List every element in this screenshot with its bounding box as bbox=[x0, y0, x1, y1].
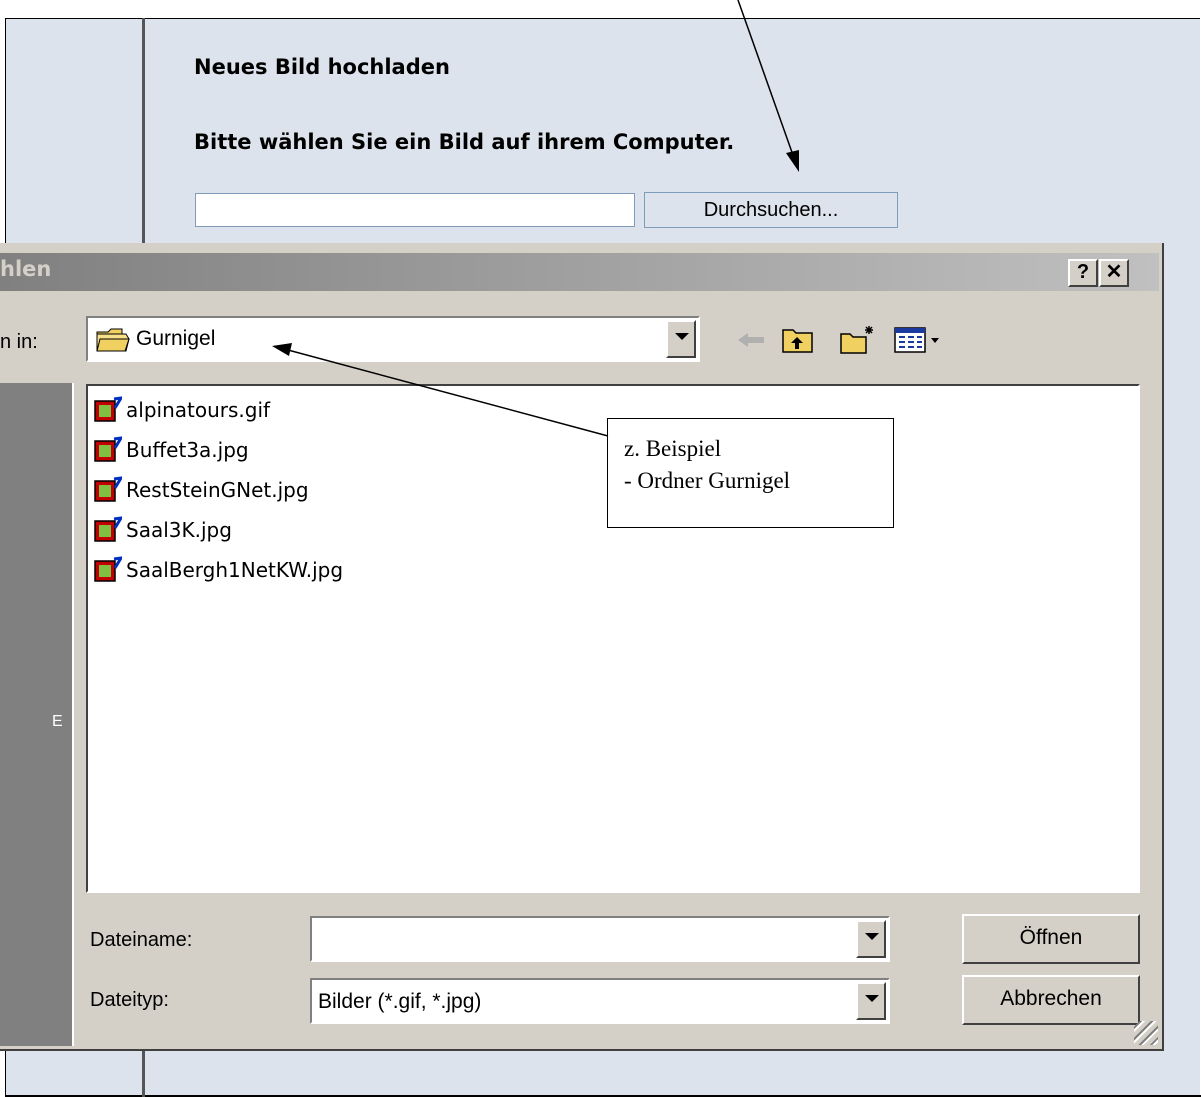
filename-input[interactable] bbox=[310, 916, 890, 962]
look-in-dropdown-button[interactable] bbox=[666, 320, 696, 358]
list-item[interactable]: SaalBergh1NetKW.jpg bbox=[94, 552, 343, 588]
browse-button[interactable]: Durchsuchen... bbox=[644, 192, 898, 228]
list-item[interactable]: RestSteinGNet.jpg bbox=[94, 472, 309, 508]
file-path-input[interactable] bbox=[195, 193, 635, 227]
file-name: RestSteinGNet.jpg bbox=[126, 478, 309, 502]
file-name: SaalBergh1NetKW.jpg bbox=[126, 558, 344, 582]
page-title: Neues Bild hochladen bbox=[194, 55, 450, 79]
image-file-icon bbox=[94, 516, 122, 542]
places-label: E bbox=[52, 713, 63, 730]
view-menu-icon[interactable] bbox=[893, 324, 943, 356]
filetype-dropdown-button[interactable] bbox=[856, 982, 886, 1020]
folder-icon bbox=[96, 328, 130, 352]
list-item[interactable]: Saal3K.jpg bbox=[94, 512, 232, 548]
back-icon[interactable] bbox=[734, 324, 770, 356]
annotation-callout: z. Beispiel - Ordner Gurnigel bbox=[607, 418, 894, 528]
open-button[interactable]: Öffnen bbox=[962, 914, 1140, 964]
annotation-line-1: z. Beispiel bbox=[624, 436, 722, 461]
filetype-value: Bilder (*.gif, *.jpg) bbox=[318, 990, 482, 1013]
places-bar[interactable]: E bbox=[0, 383, 74, 1046]
list-item[interactable]: alpinatours.gif bbox=[94, 392, 270, 428]
image-file-icon bbox=[94, 396, 122, 422]
up-folder-icon[interactable] bbox=[780, 324, 816, 356]
filename-dropdown-button[interactable] bbox=[856, 920, 886, 958]
open-file-dialog: hlen ? ✕ n in: Gurnigel E alpinatours.gi… bbox=[0, 243, 1164, 1051]
image-file-icon bbox=[94, 556, 122, 582]
resize-grip[interactable] bbox=[1134, 1021, 1158, 1045]
dialog-titlebar[interactable]: hlen ? ✕ bbox=[0, 253, 1159, 291]
look-in-combo[interactable]: Gurnigel bbox=[86, 316, 700, 362]
annotation-line-2: - Ordner Gurnigel bbox=[624, 468, 791, 493]
file-name: Buffet3a.jpg bbox=[126, 438, 249, 462]
help-button[interactable]: ? bbox=[1068, 259, 1098, 287]
new-folder-icon[interactable] bbox=[838, 324, 878, 356]
image-file-icon bbox=[94, 436, 122, 462]
close-button[interactable]: ✕ bbox=[1099, 259, 1129, 287]
file-name: Saal3K.jpg bbox=[126, 518, 232, 542]
filetype-label: Dateityp: bbox=[90, 989, 169, 1011]
cancel-button[interactable]: Abbrechen bbox=[962, 975, 1140, 1025]
list-item[interactable]: Buffet3a.jpg bbox=[94, 432, 249, 468]
file-name: alpinatours.gif bbox=[126, 398, 271, 422]
look-in-label: n in: bbox=[0, 331, 38, 353]
filetype-select[interactable]: Bilder (*.gif, *.jpg) bbox=[310, 978, 890, 1024]
filename-label: Dateiname: bbox=[90, 929, 193, 951]
page-instruction: Bitte wählen Sie ein Bild auf ihrem Comp… bbox=[194, 130, 735, 154]
look-in-value: Gurnigel bbox=[136, 327, 216, 350]
dialog-title: hlen bbox=[0, 257, 52, 281]
image-file-icon bbox=[94, 476, 122, 502]
